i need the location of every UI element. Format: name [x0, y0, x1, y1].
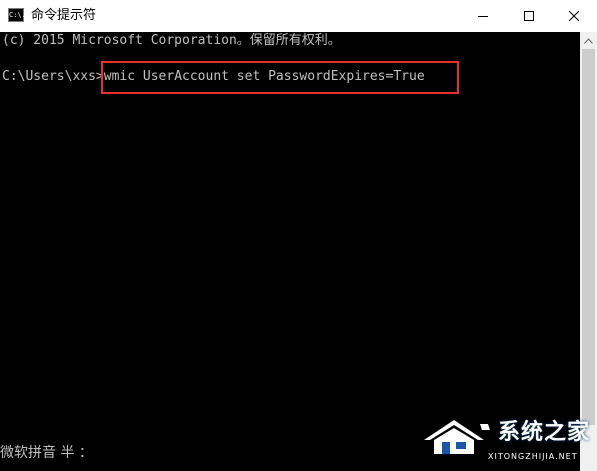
copyright-line: (c) 2015 Microsoft Corporation。保留所有权利。 [2, 33, 341, 48]
watermark: 系统之家 XITONGZHIJIA.NET [418, 410, 597, 471]
close-button[interactable] [551, 0, 597, 32]
watermark-brand: 系统之家 [498, 420, 591, 445]
scroll-up-button[interactable] [580, 32, 597, 49]
title-bar[interactable]: C:\. 命令提示符 [0, 0, 597, 32]
console-output[interactable]: (c) 2015 Microsoft Corporation。保留所有权利。 C… [0, 32, 580, 471]
maximize-button[interactable] [506, 0, 552, 32]
minimize-button[interactable] [460, 0, 506, 32]
house-logo-icon [424, 420, 490, 454]
maximize-icon [524, 11, 534, 21]
window-title: 命令提示符 [31, 8, 97, 23]
command-prompt-window: C:\. 命令提示符 (c) 2015 Microsoft Corporatio… [0, 0, 597, 471]
watermark-url: XITONGZHIJIA.NET [488, 452, 578, 461]
scroll-thumb[interactable] [582, 49, 595, 425]
chevron-up-icon [584, 37, 593, 44]
close-icon [569, 11, 579, 21]
ime-status: 微软拼音 半 ： [0, 445, 93, 461]
command-highlight-box [101, 61, 459, 94]
cmd-icon: C:\. [8, 8, 26, 22]
minimize-icon [478, 16, 488, 17]
vertical-scrollbar[interactable] [580, 32, 597, 471]
prompt-text: C:\Users\xxs> [2, 69, 104, 84]
